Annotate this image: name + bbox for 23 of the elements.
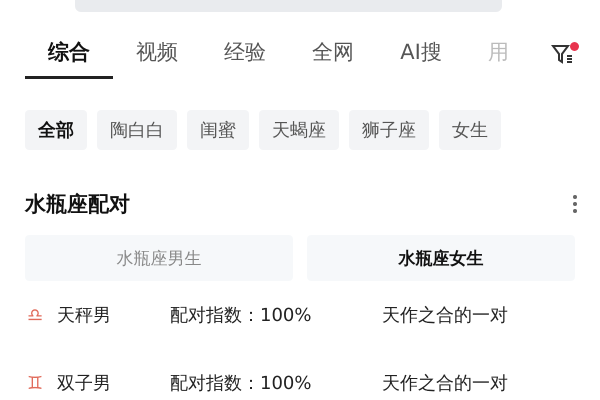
zodiac-symbol: ♊ xyxy=(27,372,44,394)
filter-chip[interactable]: 闺蜜 xyxy=(187,110,249,150)
sign-label: 天秤男 xyxy=(57,304,112,327)
tab[interactable]: 经验 xyxy=(201,38,289,66)
more-icon[interactable] xyxy=(572,194,578,214)
sign-label: 双子男 xyxy=(57,372,112,395)
filter-chip[interactable]: 陶白白 xyxy=(97,110,177,150)
match-score: 配对指数：100% xyxy=(170,372,312,395)
tab[interactable]: 综合 xyxy=(25,38,113,79)
tab[interactable]: AI搜 xyxy=(377,38,465,66)
tab[interactable]: 全网 xyxy=(289,38,377,66)
card-title: 水瓶座配对 xyxy=(25,191,130,218)
match-score: 配对指数：100% xyxy=(170,304,312,327)
filter-chip[interactable]: 狮子座 xyxy=(349,110,429,150)
zodiac-symbol: ♎ xyxy=(27,304,44,326)
filter-chip[interactable]: 全部 xyxy=(25,110,87,150)
match-verdict: 天作之合的一对 xyxy=(382,372,508,395)
filter-icon[interactable] xyxy=(551,42,575,66)
match-verdict: 天作之合的一对 xyxy=(382,304,508,327)
filter-chip[interactable]: 天蝎座 xyxy=(259,110,339,150)
tab[interactable]: 视频 xyxy=(113,38,201,66)
segment-tab[interactable]: 水瓶座女生 xyxy=(307,235,575,281)
filter-chip[interactable]: 女生 xyxy=(439,110,501,150)
